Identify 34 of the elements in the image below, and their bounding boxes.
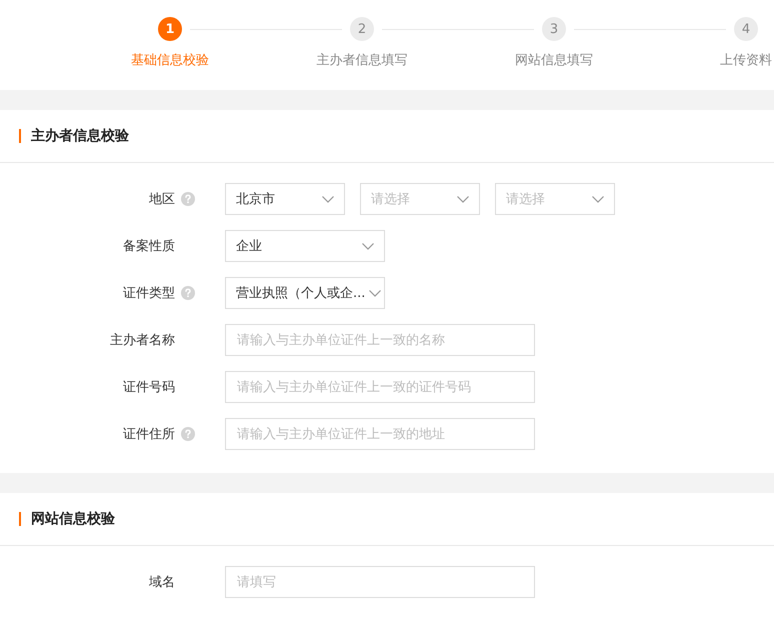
- chevron-down-icon: [457, 196, 469, 202]
- step-label: 主办者信息填写: [316, 52, 408, 69]
- help-icon[interactable]: [181, 427, 195, 441]
- field-label: 域名: [148, 574, 175, 591]
- chevron-down-icon: [362, 242, 374, 250]
- help-icon[interactable]: [181, 286, 195, 300]
- step-number: 3: [542, 17, 566, 41]
- step-number: 2: [350, 17, 374, 41]
- input-field[interactable]: 请填写: [225, 566, 535, 598]
- select-field[interactable]: 北京市: [225, 183, 345, 215]
- select-field[interactable]: 营业执照（个人或企...: [225, 277, 385, 309]
- section-title: 主办者信息校验: [31, 127, 129, 145]
- step-number: 4: [734, 17, 758, 41]
- section-title: 网站信息校验: [31, 510, 115, 528]
- chevron-down-icon: [369, 290, 382, 296]
- step-number: 1: [158, 17, 182, 41]
- input-field[interactable]: 请输入与主办单位证件上一致的名称: [225, 324, 535, 356]
- chevron-down-icon: [592, 196, 604, 202]
- field-label: 主办者名称: [109, 332, 175, 349]
- field-label: 证件类型: [122, 285, 175, 302]
- step-label: 网站信息填写: [515, 52, 593, 69]
- field-label: 地区: [148, 191, 175, 208]
- input-field[interactable]: 请输入与主办单位证件上一致的地址: [225, 418, 535, 450]
- chevron-down-icon: [322, 196, 334, 202]
- select-field[interactable]: 企业: [225, 230, 385, 262]
- field-label: 备案性质: [122, 238, 175, 255]
- accent-bar: [19, 512, 21, 526]
- field-label: 证件住所: [122, 426, 175, 443]
- field-label: 证件号码: [122, 379, 175, 396]
- input-field[interactable]: 请输入与主办单位证件上一致的证件号码: [225, 371, 535, 403]
- step-label: 基础信息校验: [131, 52, 209, 69]
- accent-bar: [19, 129, 21, 143]
- step-label: 上传资料: [720, 52, 772, 69]
- help-icon[interactable]: [181, 192, 195, 206]
